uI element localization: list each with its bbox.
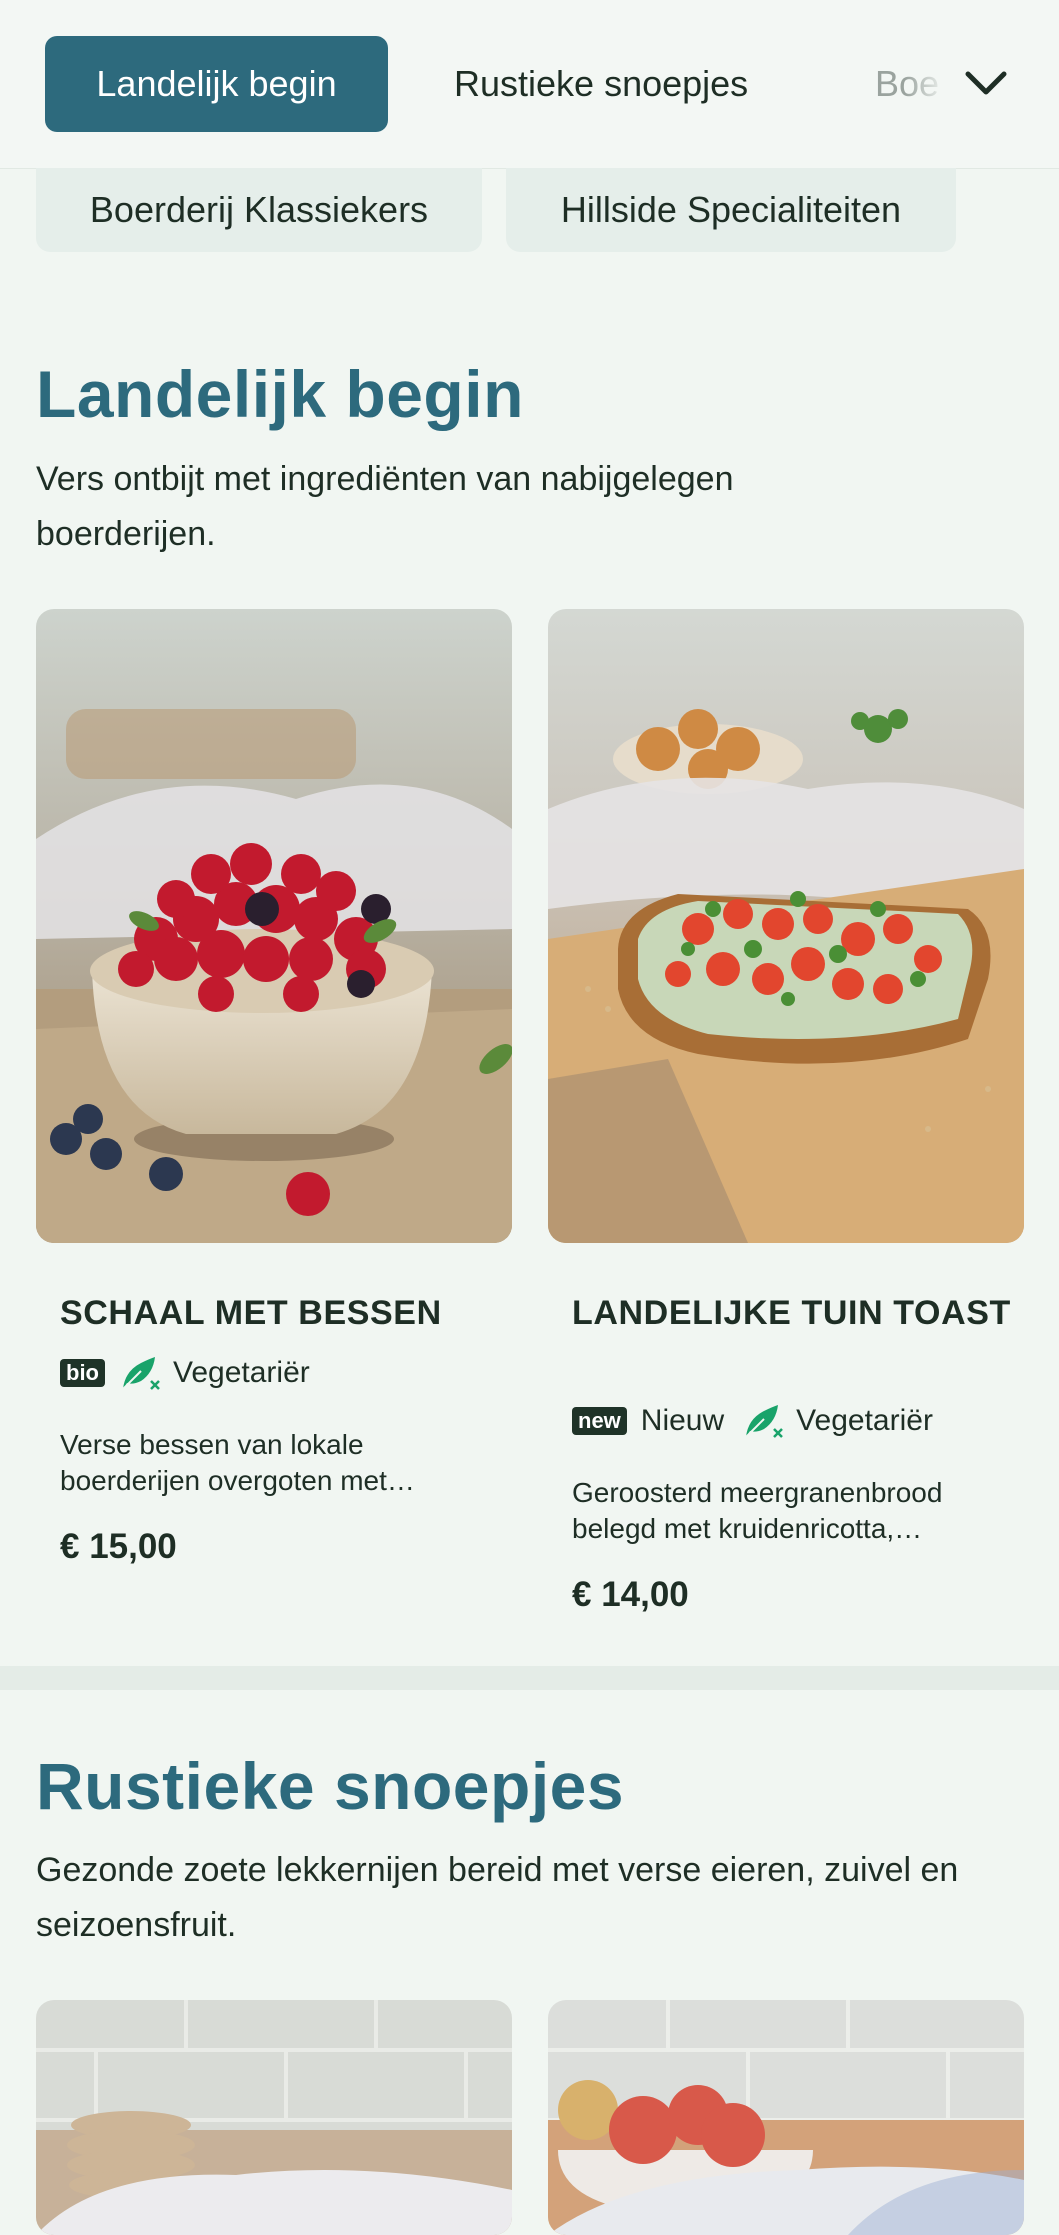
tag-vegetarian: Vegetariër — [173, 1356, 310, 1389]
garden-toast-photo — [548, 609, 1024, 1243]
card-description: Geroosterd meergranenbrood belegd met kr… — [572, 1477, 943, 1544]
chip-hillside-specialiteiten[interactable]: Hillside Specialiteiten — [506, 168, 956, 252]
vegetarian-leaf-icon — [745, 1405, 784, 1438]
section-divider — [0, 1666, 1059, 1690]
card-tags: new Nieuw Vegetariër — [572, 1401, 951, 1441]
card-title: LANDELIJKE TUIN TOAST — [572, 1294, 1011, 1332]
tab-rustieke-snoepjes[interactable]: Rustieke snoepjes — [454, 36, 748, 132]
sweets-photo — [36, 2000, 512, 2235]
card-description: Verse bessen van lokale boerderijen over… — [60, 1429, 415, 1496]
berry-bowl-photo — [36, 609, 512, 1243]
scroll-fade — [905, 0, 965, 168]
section-description: Gezonde zoete lekkernijen bereid met ver… — [36, 1851, 959, 1944]
card-title: SCHAAL MET BESSEN — [60, 1294, 442, 1332]
vegetarian-leaf-icon — [122, 1357, 160, 1390]
chip-boerderij-klassiekers[interactable]: Boerderij Klassiekers — [36, 168, 482, 252]
tag-vegetarian: Vegetariër — [796, 1404, 933, 1437]
section-title: Rustieke snoepjes — [36, 1749, 625, 1823]
tab-landelijk-begin[interactable]: Landelijk begin — [45, 36, 388, 132]
chevron-down-icon[interactable] — [958, 62, 1014, 104]
card-price: € 14,00 — [572, 1575, 689, 1614]
section-title: Landelijk begin — [36, 357, 524, 431]
card-price: € 15,00 — [60, 1527, 177, 1566]
apples-photo — [548, 2000, 1024, 2235]
category-nav: Landelijk begin Rustieke snoepjes Boe — [0, 0, 1059, 169]
tag-new: Nieuw — [640, 1404, 725, 1437]
card-tags: bio Vegetariër — [60, 1353, 328, 1393]
new-badge: new — [572, 1407, 627, 1435]
bio-badge: bio — [60, 1359, 105, 1387]
section-description: Vers ontbijt met ingrediënten van nabijg… — [36, 460, 734, 553]
